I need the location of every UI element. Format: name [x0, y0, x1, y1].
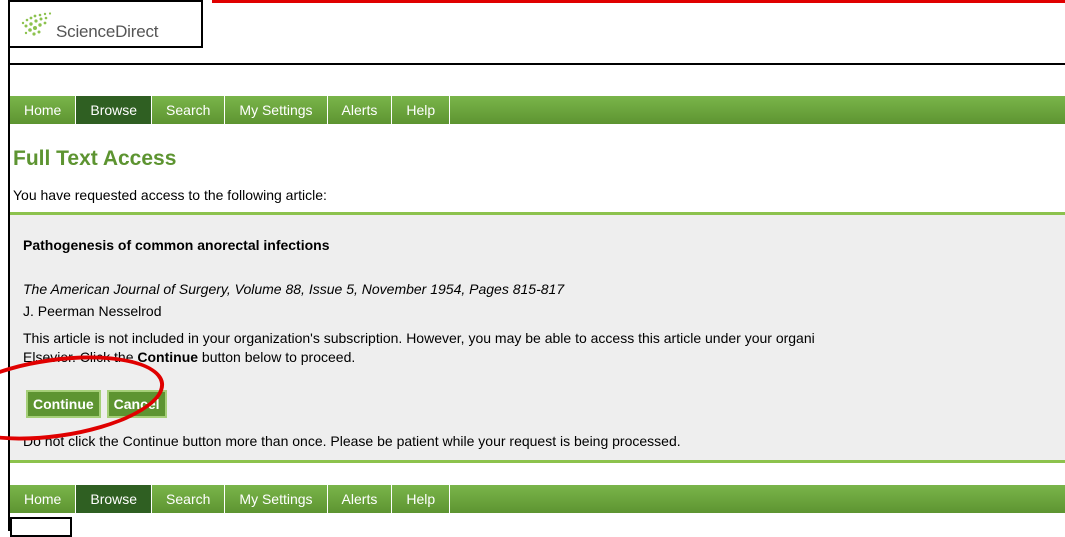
nav-browse[interactable]: Browse	[76, 96, 153, 124]
footer-nav-my-settings[interactable]: My Settings	[225, 485, 328, 513]
nav-home[interactable]: Home	[10, 96, 77, 124]
sciencedirect-logo[interactable]: ScienceDirect	[8, 0, 203, 48]
logo-text: ScienceDirect	[56, 22, 159, 41]
notice-line-2-pre: Elsevier. Click the	[23, 349, 138, 365]
cancel-button[interactable]: Cancel	[106, 390, 167, 418]
sciencedirect-dots-icon	[21, 12, 52, 36]
article-title: Pathogenesis of common anorectal infecti…	[23, 237, 330, 253]
article-citation: The American Journal of Surgery, Volume …	[23, 281, 565, 297]
article-author: J. Peerman Nesselrod	[23, 303, 162, 319]
top-nav-bar: Home Browse Search My Settings Alerts He…	[10, 96, 1065, 124]
nav-help[interactable]: Help	[392, 96, 451, 124]
notice-continue-bold: Continue	[137, 349, 199, 365]
intro-text: You have requested access to the followi…	[13, 187, 327, 203]
bottom-nav-bar: Home Browse Search My Settings Alerts He…	[10, 485, 1065, 513]
continue-button[interactable]: Continue	[26, 390, 101, 418]
footer-nav-browse[interactable]: Browse	[76, 485, 153, 513]
action-buttons: Continue Cancel	[26, 390, 167, 418]
nav-alerts[interactable]: Alerts	[328, 96, 393, 124]
notice-line-2-post: button below to proceed.	[198, 349, 356, 365]
article-panel: Pathogenesis of common anorectal infecti…	[10, 212, 1065, 463]
notice-line-1: This article is not included in your org…	[23, 330, 815, 346]
annotation-red-line	[212, 0, 1065, 3]
nav-search[interactable]: Search	[152, 96, 226, 124]
footer-box	[10, 517, 72, 537]
footer-nav-home[interactable]: Home	[10, 485, 77, 513]
header-divider	[8, 63, 1065, 65]
footer-nav-alerts[interactable]: Alerts	[328, 485, 393, 513]
nav-my-settings[interactable]: My Settings	[225, 96, 328, 124]
access-notice: This article is not included in your org…	[23, 329, 1063, 367]
footer-nav-search[interactable]: Search	[152, 485, 226, 513]
page-title: Full Text Access	[13, 147, 177, 170]
footer-nav-help[interactable]: Help	[392, 485, 451, 513]
processing-warning: Do not click the Continue button more th…	[23, 433, 681, 449]
